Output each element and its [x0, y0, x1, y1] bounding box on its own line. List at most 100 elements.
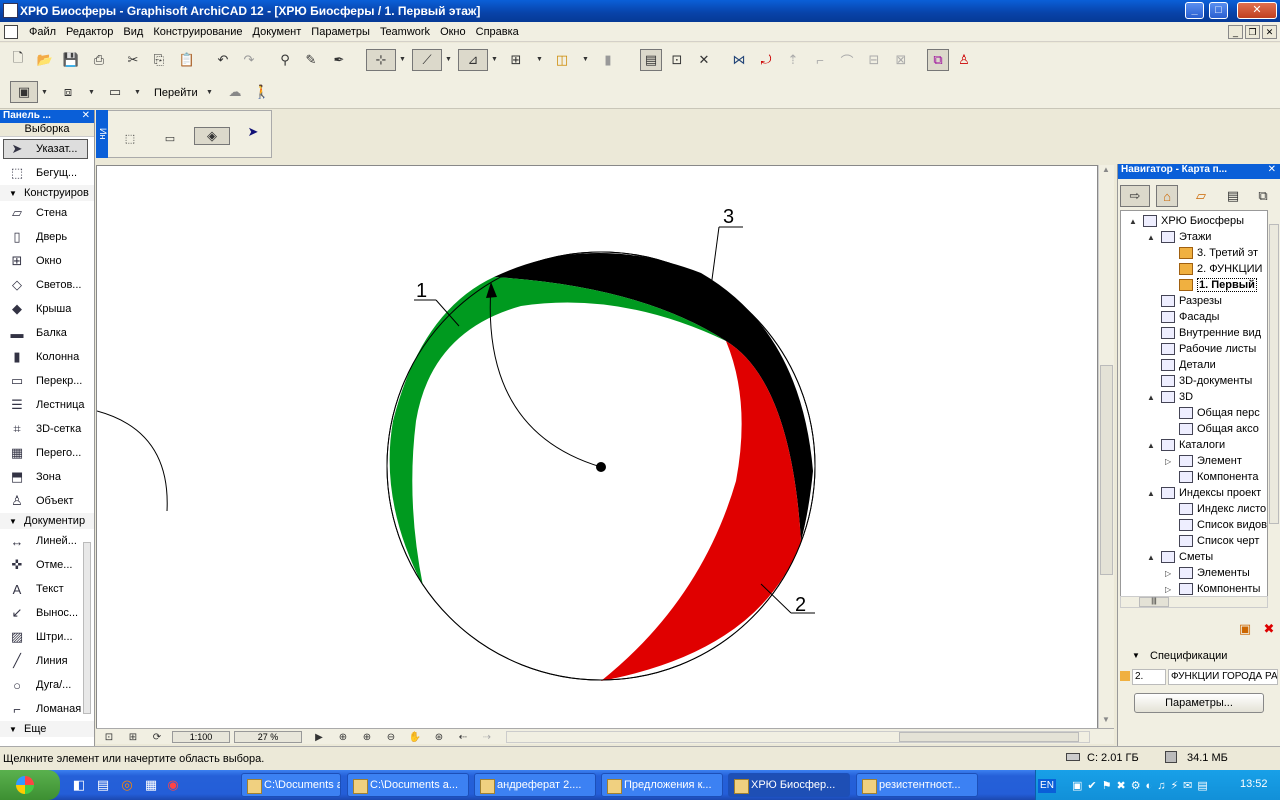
- spec-number-field[interactable]: 2.: [1132, 669, 1166, 685]
- menu-help[interactable]: Справка: [471, 26, 524, 38]
- walk-icon[interactable]: 🚶: [251, 81, 273, 103]
- tree-item[interactable]: Фасады: [1161, 309, 1219, 325]
- undo-icon[interactable]: ↶: [212, 49, 234, 71]
- tool-dimension[interactable]: ↔ Линей...: [0, 529, 94, 553]
- zoom-out-icon[interactable]: ⊖: [380, 726, 402, 748]
- tool-wall[interactable]: ▱ Стена: [0, 201, 94, 225]
- toolbox-scrollbar[interactable]: [83, 542, 91, 714]
- selection-method-icon[interactable]: ▭: [159, 127, 181, 149]
- adjust-icon[interactable]: ⊠: [890, 49, 912, 71]
- canvas-vertical-scrollbar[interactable]: ▲ ▼: [1098, 165, 1114, 730]
- tree-item[interactable]: Список видов: [1179, 517, 1267, 533]
- menu-teamwork[interactable]: Teamwork: [375, 26, 435, 38]
- layout-book-icon[interactable]: ▤: [1222, 185, 1244, 207]
- tool-roof[interactable]: ◆ Крыша: [0, 297, 94, 321]
- syringe-icon[interactable]: ✒: [328, 49, 350, 71]
- zoom-field[interactable]: 27 %: [234, 731, 302, 743]
- scale-field[interactable]: 1:100: [172, 731, 230, 743]
- horizontal-scroll-thumb[interactable]: [899, 732, 1079, 742]
- layers-icon[interactable]: ◫: [551, 49, 573, 71]
- parameters-button[interactable]: Параметры...: [1134, 693, 1264, 713]
- tree-item[interactable]: Компонента: [1179, 469, 1258, 485]
- tool-marquee[interactable]: ⬚ Бегущ...: [0, 161, 94, 185]
- tree-item[interactable]: Список черт: [1179, 533, 1259, 549]
- taskbar-window-button[interactable]: C:\Documents a...: [347, 773, 469, 797]
- collapse-icon[interactable]: ▲: [1147, 393, 1155, 402]
- tree-item[interactable]: Детали: [1161, 357, 1216, 373]
- redo-icon[interactable]: ↷: [238, 49, 260, 71]
- tree-item[interactable]: ▷ Элемент: [1165, 453, 1242, 469]
- curve-icon[interactable]: ⌒: [836, 49, 858, 71]
- taskbar-window-button[interactable]: резистентност...: [856, 773, 978, 797]
- view-options-icon[interactable]: ⊡: [98, 726, 120, 748]
- drawing-canvas[interactable]: 1 2 3: [96, 165, 1098, 730]
- geometry-method-icon[interactable]: ⬚: [119, 127, 141, 149]
- section-document[interactable]: Документир: [0, 513, 94, 529]
- print-icon[interactable]: ⎙: [88, 49, 110, 71]
- scroll-down-icon[interactable]: ▼: [1102, 715, 1110, 724]
- tree-scroll-thumb[interactable]: [1269, 224, 1279, 524]
- tool-beam[interactable]: ▬ Балка: [0, 321, 94, 345]
- tree-item[interactable]: ▲ Каталоги: [1147, 437, 1225, 453]
- tree-item[interactable]: Рабочие листы: [1161, 341, 1256, 357]
- layout-icon[interactable]: ▭: [104, 81, 126, 103]
- tree-item[interactable]: 2. ФУНКЦИИ: [1179, 261, 1262, 277]
- goto-button[interactable]: Перейти: [154, 87, 198, 99]
- archicad-app-icon[interactable]: [3, 3, 18, 18]
- taskbar-window-button[interactable]: Предложения к...: [601, 773, 723, 797]
- document-icon[interactable]: [4, 25, 18, 39]
- tree-item[interactable]: ▷ Компоненты: [1165, 581, 1260, 596]
- chevron-down-icon[interactable]: ▼: [491, 56, 499, 63]
- start-button[interactable]: [0, 770, 60, 800]
- paste-icon[interactable]: 📋: [176, 49, 198, 71]
- quicklaunch-archicad-icon[interactable]: ◧: [68, 774, 90, 796]
- taskbar-window-button[interactable]: андреферат 2....: [474, 773, 596, 797]
- tool-door[interactable]: ▯ Дверь: [0, 225, 94, 249]
- previous-zoom-icon[interactable]: ⇠: [452, 726, 474, 748]
- arrow-pointer-icon[interactable]: ➤: [242, 121, 264, 143]
- elevate-icon[interactable]: ▮: [597, 49, 619, 71]
- collapse-icon[interactable]: ▲: [1147, 441, 1155, 450]
- split-icon[interactable]: ⊟: [863, 49, 885, 71]
- collapse-icon[interactable]: ▲: [1147, 553, 1155, 562]
- tree-item[interactable]: ▷ Элементы: [1165, 565, 1250, 581]
- mdi-close-button[interactable]: ✕: [1262, 25, 1277, 39]
- tree-item[interactable]: ▲ 3D: [1147, 389, 1193, 405]
- close-button[interactable]: ✕: [1237, 2, 1277, 19]
- group-icon[interactable]: ⧉: [927, 49, 949, 71]
- tool-text[interactable]: A Текст: [0, 577, 94, 601]
- project-map-icon[interactable]: ⌂: [1156, 185, 1178, 207]
- tree-horizontal-scrollbar[interactable]: |||: [1120, 596, 1268, 608]
- tool-fill[interactable]: ▨ Штри...: [0, 625, 94, 649]
- fit-zoom-icon[interactable]: ⊛: [428, 726, 450, 748]
- tree-hscroll-thumb[interactable]: |||: [1139, 597, 1169, 607]
- chevron-down-icon[interactable]: ▼: [445, 56, 453, 63]
- new-folder-icon[interactable]: ▣: [1234, 618, 1256, 640]
- collapse-icon[interactable]: ▲: [1147, 233, 1155, 242]
- tree-item[interactable]: Разрезы: [1161, 293, 1222, 309]
- refresh-view-icon[interactable]: ⟳: [146, 726, 168, 748]
- chevron-down-icon[interactable]: ▼: [1132, 651, 1140, 660]
- lock-icon[interactable]: ♙: [953, 49, 975, 71]
- suspend-groups-icon[interactable]: ▤: [640, 49, 662, 71]
- copy-icon[interactable]: ⎘: [148, 49, 170, 71]
- chevron-down-icon[interactable]: ▼: [134, 89, 142, 96]
- chevron-down-icon[interactable]: ▼: [582, 56, 590, 63]
- fillet-icon[interactable]: ⌐: [809, 49, 831, 71]
- expand-icon[interactable]: ▷: [1165, 569, 1171, 578]
- spec-name-field[interactable]: ФУНКЦИИ ГОРОДА РА: [1168, 669, 1278, 685]
- tree-item[interactable]: ▲ Этажи: [1147, 229, 1211, 245]
- tool-zone[interactable]: ⬒ Зона: [0, 465, 94, 489]
- 3d-window-icon[interactable]: ⧈: [57, 81, 79, 103]
- cut-icon[interactable]: ✂: [122, 49, 144, 71]
- grid-snap-icon[interactable]: ⊞: [505, 49, 527, 71]
- tool-slab[interactable]: ▭ Перекр...: [0, 369, 94, 393]
- menu-options[interactable]: Параметры: [306, 26, 375, 38]
- chevron-down-icon[interactable]: ▼: [536, 56, 544, 63]
- tool-level-dimension[interactable]: ✜ Отме...: [0, 553, 94, 577]
- quicklaunch-calculator-icon[interactable]: ▦: [140, 774, 162, 796]
- menu-file[interactable]: Файл: [24, 26, 61, 38]
- info-box-tab[interactable]: Ин: [96, 110, 108, 158]
- cloud-icon[interactable]: ☁: [224, 81, 246, 103]
- view-map-icon[interactable]: ▱: [1190, 185, 1212, 207]
